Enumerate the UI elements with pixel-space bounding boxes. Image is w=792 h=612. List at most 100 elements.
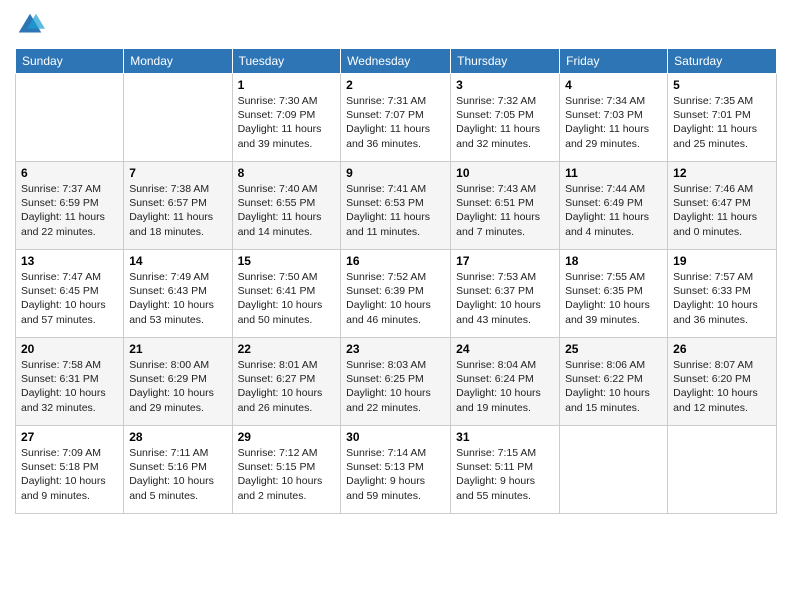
day-info: Sunrise: 7:57 AM Sunset: 6:33 PM Dayligh…: [673, 270, 771, 327]
day-number: 19: [673, 254, 771, 268]
calendar-cell: 25Sunrise: 8:06 AM Sunset: 6:22 PM Dayli…: [560, 338, 668, 426]
calendar-header: SundayMondayTuesdayWednesdayThursdayFrid…: [16, 49, 777, 74]
day-number: 30: [346, 430, 445, 444]
day-number: 22: [238, 342, 336, 356]
day-info: Sunrise: 8:03 AM Sunset: 6:25 PM Dayligh…: [346, 358, 445, 415]
week-row-0: 1Sunrise: 7:30 AM Sunset: 7:09 PM Daylig…: [16, 74, 777, 162]
day-number: 18: [565, 254, 662, 268]
calendar-cell: 18 Sunrise: 7:55 AM Sunset: 6:35 PM Dayli…: [560, 250, 668, 338]
day-info: Sunrise: 7:44 AM Sunset: 6:49 PM Dayligh…: [565, 182, 662, 239]
calendar-cell: 3 Sunrise: 7:32 AM Sunset: 7:05 PM Daylig…: [451, 74, 560, 162]
calendar-cell: 24 Sunrise: 8:04 AM Sunset: 6:24 PM Dayli…: [451, 338, 560, 426]
day-number: 1: [238, 78, 336, 92]
calendar-cell: 29 Sunrise: 7:12 AM Sunset: 5:15 PM Dayli…: [232, 426, 341, 514]
calendar-body: 1Sunrise: 7:30 AM Sunset: 7:09 PM Daylig…: [16, 74, 777, 514]
calendar-cell: 17Sunrise: 7:53 AM Sunset: 6:37 PM Dayli…: [451, 250, 560, 338]
day-info: Sunrise: 8:04 AM Sunset: 6:24 PM Dayligh…: [456, 358, 554, 415]
day-number: 13: [21, 254, 118, 268]
day-info: Sunrise: 7:35 AM Sunset: 7:01 PM Dayligh…: [673, 94, 771, 151]
day-number: 10: [456, 166, 554, 180]
day-info: Sunrise: 8:01 AM Sunset: 6:27 PM Dayligh…: [238, 358, 336, 415]
day-number: 12: [673, 166, 771, 180]
day-info: Sunrise: 7:34 AM Sunset: 7:03 PM Dayligh…: [565, 94, 662, 151]
day-info: Sunrise: 7:40 AM Sunset: 6:55 PM Dayligh…: [238, 182, 336, 239]
day-info: Sunrise: 7:15 AM Sunset: 5:11 PM Dayligh…: [456, 446, 554, 503]
calendar-cell: 9 Sunrise: 7:41 AM Sunset: 6:53 PM Daylig…: [341, 162, 451, 250]
calendar-cell: 7 Sunrise: 7:38 AM Sunset: 6:57 PM Daylig…: [124, 162, 232, 250]
calendar-cell: 8 Sunrise: 7:40 AM Sunset: 6:55 PM Daylig…: [232, 162, 341, 250]
logo: [15, 10, 49, 40]
day-info: Sunrise: 7:43 AM Sunset: 6:51 PM Dayligh…: [456, 182, 554, 239]
day-number: 16: [346, 254, 445, 268]
calendar-cell: 19 Sunrise: 7:57 AM Sunset: 6:33 PM Dayli…: [668, 250, 777, 338]
calendar-cell: 10 Sunrise: 7:43 AM Sunset: 6:51 PM Dayli…: [451, 162, 560, 250]
calendar-cell: 11Sunrise: 7:44 AM Sunset: 6:49 PM Dayli…: [560, 162, 668, 250]
header-day-monday: Monday: [124, 49, 232, 74]
week-row-4: 27 Sunrise: 7:09 AM Sunset: 5:18 PM Dayli…: [16, 426, 777, 514]
calendar-cell: [668, 426, 777, 514]
day-number: 3: [456, 78, 554, 92]
day-info: Sunrise: 7:47 AM Sunset: 6:45 PM Dayligh…: [21, 270, 118, 327]
calendar-cell: 13 Sunrise: 7:47 AM Sunset: 6:45 PM Dayli…: [16, 250, 124, 338]
calendar-cell: 26 Sunrise: 8:07 AM Sunset: 6:20 PM Dayli…: [668, 338, 777, 426]
day-number: 5: [673, 78, 771, 92]
calendar-cell: [124, 74, 232, 162]
day-info: Sunrise: 7:32 AM Sunset: 7:05 PM Dayligh…: [456, 94, 554, 151]
day-info: Sunrise: 7:49 AM Sunset: 6:43 PM Dayligh…: [129, 270, 226, 327]
day-number: 15: [238, 254, 336, 268]
calendar-cell: 20Sunrise: 7:58 AM Sunset: 6:31 PM Dayli…: [16, 338, 124, 426]
day-number: 2: [346, 78, 445, 92]
calendar-cell: [16, 74, 124, 162]
day-info: Sunrise: 7:55 AM Sunset: 6:35 PM Dayligh…: [565, 270, 662, 327]
day-info: Sunrise: 8:07 AM Sunset: 6:20 PM Dayligh…: [673, 358, 771, 415]
header: [15, 10, 777, 40]
calendar-cell: 30 Sunrise: 7:14 AM Sunset: 5:13 PM Dayli…: [341, 426, 451, 514]
calendar-cell: 2 Sunrise: 7:31 AM Sunset: 7:07 PM Daylig…: [341, 74, 451, 162]
day-number: 21: [129, 342, 226, 356]
week-row-2: 13 Sunrise: 7:47 AM Sunset: 6:45 PM Dayli…: [16, 250, 777, 338]
day-number: 14: [129, 254, 226, 268]
calendar: SundayMondayTuesdayWednesdayThursdayFrid…: [15, 48, 777, 514]
day-info: Sunrise: 8:06 AM Sunset: 6:22 PM Dayligh…: [565, 358, 662, 415]
day-info: Sunrise: 7:53 AM Sunset: 6:37 PM Dayligh…: [456, 270, 554, 327]
day-info: Sunrise: 7:58 AM Sunset: 6:31 PM Dayligh…: [21, 358, 118, 415]
header-row: SundayMondayTuesdayWednesdayThursdayFrid…: [16, 49, 777, 74]
calendar-cell: 21 Sunrise: 8:00 AM Sunset: 6:29 PM Dayli…: [124, 338, 232, 426]
logo-icon: [15, 10, 45, 40]
header-day-wednesday: Wednesday: [341, 49, 451, 74]
day-number: 7: [129, 166, 226, 180]
day-number: 29: [238, 430, 336, 444]
calendar-cell: 27 Sunrise: 7:09 AM Sunset: 5:18 PM Dayli…: [16, 426, 124, 514]
day-number: 4: [565, 78, 662, 92]
header-day-sunday: Sunday: [16, 49, 124, 74]
day-info: Sunrise: 7:41 AM Sunset: 6:53 PM Dayligh…: [346, 182, 445, 239]
day-info: Sunrise: 7:09 AM Sunset: 5:18 PM Dayligh…: [21, 446, 118, 503]
day-number: 8: [238, 166, 336, 180]
calendar-cell: 22 Sunrise: 8:01 AM Sunset: 6:27 PM Dayli…: [232, 338, 341, 426]
calendar-cell: 31Sunrise: 7:15 AM Sunset: 5:11 PM Dayli…: [451, 426, 560, 514]
day-info: Sunrise: 7:38 AM Sunset: 6:57 PM Dayligh…: [129, 182, 226, 239]
day-info: Sunrise: 7:37 AM Sunset: 6:59 PM Dayligh…: [21, 182, 118, 239]
header-day-tuesday: Tuesday: [232, 49, 341, 74]
day-info: Sunrise: 7:12 AM Sunset: 5:15 PM Dayligh…: [238, 446, 336, 503]
day-number: 9: [346, 166, 445, 180]
day-info: Sunrise: 7:14 AM Sunset: 5:13 PM Dayligh…: [346, 446, 445, 503]
week-row-1: 6Sunrise: 7:37 AM Sunset: 6:59 PM Daylig…: [16, 162, 777, 250]
page: SundayMondayTuesdayWednesdayThursdayFrid…: [0, 0, 792, 612]
day-number: 24: [456, 342, 554, 356]
week-row-3: 20Sunrise: 7:58 AM Sunset: 6:31 PM Dayli…: [16, 338, 777, 426]
calendar-cell: 16Sunrise: 7:52 AM Sunset: 6:39 PM Dayli…: [341, 250, 451, 338]
day-number: 28: [129, 430, 226, 444]
day-info: Sunrise: 7:46 AM Sunset: 6:47 PM Dayligh…: [673, 182, 771, 239]
day-info: Sunrise: 7:11 AM Sunset: 5:16 PM Dayligh…: [129, 446, 226, 503]
day-info: Sunrise: 7:50 AM Sunset: 6:41 PM Dayligh…: [238, 270, 336, 327]
header-day-thursday: Thursday: [451, 49, 560, 74]
day-info: Sunrise: 8:00 AM Sunset: 6:29 PM Dayligh…: [129, 358, 226, 415]
day-number: 27: [21, 430, 118, 444]
calendar-cell: 28 Sunrise: 7:11 AM Sunset: 5:16 PM Dayli…: [124, 426, 232, 514]
day-number: 26: [673, 342, 771, 356]
calendar-cell: 12 Sunrise: 7:46 AM Sunset: 6:47 PM Dayli…: [668, 162, 777, 250]
calendar-cell: 23Sunrise: 8:03 AM Sunset: 6:25 PM Dayli…: [341, 338, 451, 426]
header-day-saturday: Saturday: [668, 49, 777, 74]
day-info: Sunrise: 7:31 AM Sunset: 7:07 PM Dayligh…: [346, 94, 445, 151]
